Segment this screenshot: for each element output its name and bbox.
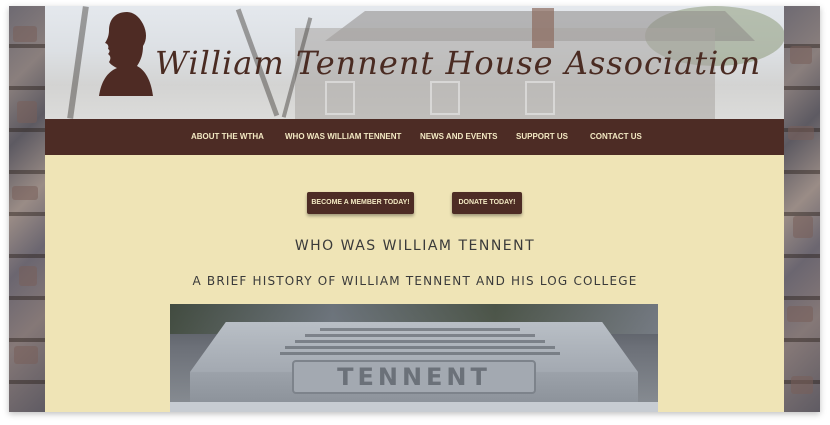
nav-item-who-was-william-tennent[interactable]: WHO WAS WILLIAM TENNENT xyxy=(285,119,401,155)
house-window xyxy=(525,81,555,115)
nav-item-about[interactable]: ABOUT THE WTHA xyxy=(191,119,264,155)
nav-item-contact-us[interactable]: CONTACT US xyxy=(590,119,642,155)
page-title: WHO WAS WILLIAM TENNENT xyxy=(294,238,536,254)
gravestone-name-plate: TENNENT xyxy=(292,360,536,394)
page-subtitle: A BRIEF HISTORY OF WILLIAM TENNENT AND H… xyxy=(192,274,638,288)
tennent-silhouette-logo xyxy=(99,12,153,96)
house-chimney xyxy=(532,8,554,48)
gravestone-base xyxy=(170,402,658,412)
site-header-banner: William Tennent House Association xyxy=(45,6,785,119)
nav-item-support-us[interactable]: SUPPORT US xyxy=(516,119,568,155)
gravestone-engraving-line xyxy=(285,346,555,349)
gravestone-engraving-line xyxy=(320,328,520,331)
gravestone-engraving-line xyxy=(295,340,545,343)
main-navigation: ABOUT THE WTHA WHO WAS WILLIAM TENNENT N… xyxy=(45,119,785,155)
become-member-button[interactable]: BECOME A MEMBER TODAY! xyxy=(307,192,414,214)
gravestone-engraving-line xyxy=(305,334,535,337)
tennent-gravestone-photo: TENNENT xyxy=(170,304,658,412)
browser-page: William Tennent House Association ABOUT … xyxy=(9,6,820,412)
nav-item-news-events[interactable]: NEWS AND EVENTS xyxy=(420,119,498,155)
house-window xyxy=(430,81,460,115)
house-window xyxy=(325,81,355,115)
site-logo-text[interactable]: William Tennent House Association xyxy=(155,44,761,82)
gravestone-engraving-line xyxy=(280,352,560,355)
stone-wall-right xyxy=(784,6,820,412)
donate-button[interactable]: DONATE TODAY! xyxy=(452,192,522,214)
main-content-column: William Tennent House Association ABOUT … xyxy=(45,6,785,412)
stone-wall-left xyxy=(9,6,45,412)
